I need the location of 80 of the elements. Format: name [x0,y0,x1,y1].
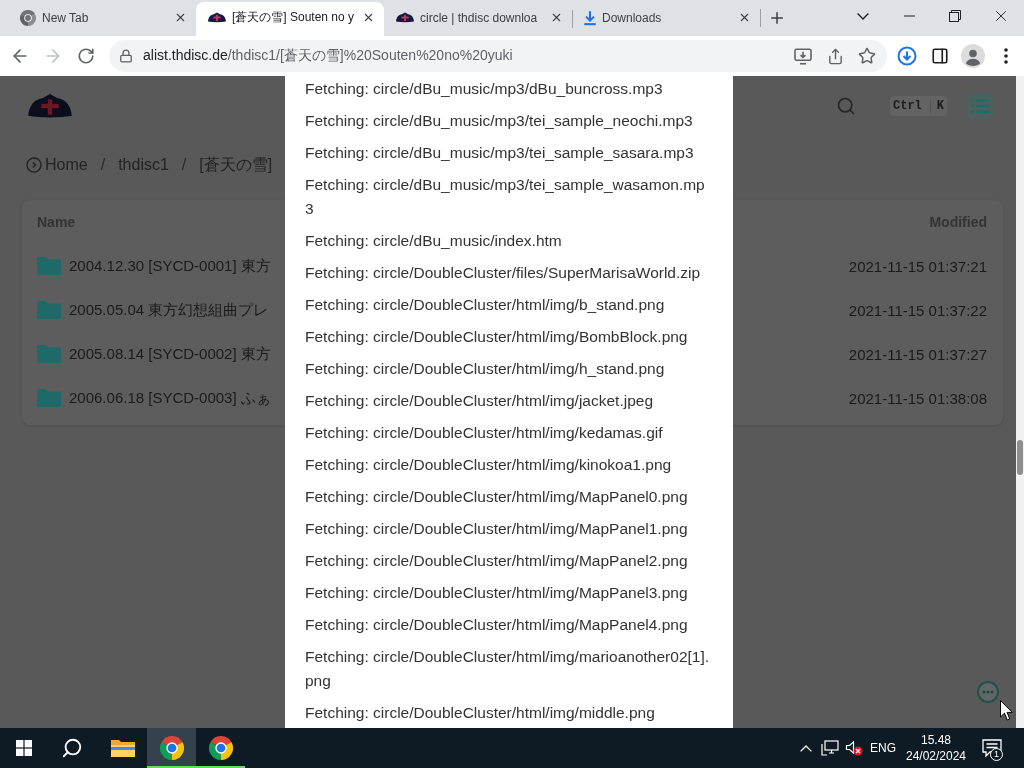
ellipsis-icon [982,690,994,694]
log-line: Fetching: circle/DoubleCluster/html/img/jacket.jpeg [305,391,655,411]
log-line: Fetching: circle/DoubleCluster/html/img/BombBlock.png [305,327,689,347]
taskbar-app-button[interactable] [147,728,196,768]
log-line: Fetching: circle/DoubleCluster/html/img/MapPanel2.png [305,551,689,571]
hat-logo-icon [208,12,226,23]
modified-date: 2021-11-15 01:37:21 [848,257,987,275]
log-line: Fetching: circle/DoubleCluster/html/img/h_stand.png [305,359,666,379]
folder-icon [110,739,135,757]
folder-icon [37,301,61,319]
search-icon [836,96,856,116]
log-line: Fetching: circle/DoubleCluster/html/img/MapPanel3.png [305,583,689,603]
folder-name-link[interactable]: 2005.05.04 東方幻想組曲プレ [69,300,269,320]
minimize-icon [903,15,915,17]
log-line: Fetching: circle/DoubleCluster/html/img/MapPanel0.png [305,487,689,507]
browser-icon [20,9,36,26]
breadcrumb-separator: / [181,156,187,174]
plus-icon [768,9,786,27]
notification-badge: 1 [990,748,1003,761]
keyboard-key: K [929,99,946,113]
breadcrumb-separator: / [100,156,106,174]
reload-icon [77,47,95,65]
hat-logo-icon [396,12,414,23]
modified-date: 2021-11-15 01:37:27 [848,345,987,363]
log-line: Fetching: circle/dBu_music/index.htm [305,231,563,251]
log-line: Fetching: circle/dBu_music/mp3/tei_sample_neochi.mp3 [305,111,694,131]
logo-icon [28,94,72,118]
notification-button[interactable]: 1 [972,728,1012,768]
modified-date: 2021-11-15 01:38:08 [848,389,987,407]
log-line: Fetching: circle/DoubleCluster/html/img/middle.png [305,703,656,723]
list-icon [971,99,989,113]
browser-icon [208,736,233,760]
folder-icon [37,389,61,407]
log-line: Fetching: circle/DoubleCluster/html/img/kedamas.gif [305,423,664,443]
browser-icon [159,736,184,760]
windows-logo-icon [16,740,32,756]
log-line: Fetching: circle/DoubleCluster/files/SuperMarisaWorld.zip [305,263,702,283]
download-icon [897,46,917,66]
log-line: Fetching: circle/DoubleCluster/html/img/marioanother02[1].png [305,647,711,691]
restore-icon [949,10,961,22]
search-icon [61,737,83,759]
log-line: Fetching: circle/DoubleCluster/html/img/b_stand.png [305,295,666,315]
log-line: Fetching: circle/dBu_music/mp3/tei_sample_wasamon.mp3 [305,175,706,219]
scrollbar-track[interactable] [1016,76,1024,728]
circle-chevron-icon [26,157,42,173]
lock-icon [119,49,133,63]
folder-icon [37,345,61,363]
speaker-icon [845,740,863,756]
avatar-icon [961,44,985,68]
caret-up-icon [800,744,812,752]
log-line: Fetching: circle/dBu_music/mp3/tei_sample_sasara.mp3 [305,143,695,163]
monitor-download-icon [794,47,812,65]
message-icon [982,739,1002,757]
folder-icon [37,257,61,275]
log-line: Fetching: circle/DoubleCluster/html/img/kinokoa1.png [305,455,673,475]
folder-name-link[interactable]: 2004.12.30 [SYCD-0001] 東方 [69,256,271,276]
address-bar[interactable]: alist.thdisc.de/thdisc1/[蒼天の雪]%20Souten%20no%20yuki [109,40,887,72]
log-line: Fetching: circle/dBu_music/mp3/dBu_buncross.mp3 [305,79,664,99]
url-text: alist.thdisc.de/thdisc1/[蒼天の雪]%20Souten%20no%20yuki [143,47,513,65]
browser-tab[interactable]: [蒼天の雪] Souten no y [196,2,384,36]
clock-button[interactable]: 15.48 24/02/2024 [900,728,972,768]
chevron-down-icon [857,12,869,20]
mouse-pointer-icon [1000,700,1013,721]
star-icon [858,47,876,65]
log-line: Fetching: circle/DoubleCluster/html/img/MapPanel4.png [305,615,689,635]
folder-name-link[interactable]: 2006.06.18 [SYCD-0003] ふぁ [69,388,271,408]
menu-icon [1004,48,1008,64]
side-panel-icon [931,47,949,65]
log-line: Fetching: circle/DoubleCluster/html/img/MapPanel1.png [305,519,689,539]
browser-tab[interactable]: New Tab [8,2,196,36]
share-icon [826,47,844,65]
scrollbar-thumb[interactable] [1017,440,1023,475]
browser-tab[interactable]: circle | thdisc downloa [384,2,572,36]
network-icon [821,740,839,756]
keyboard-key: Ctrl [891,99,924,113]
folder-name-link[interactable]: 2005.08.14 [SYCD-0002] 東方 [69,344,271,364]
language-indicator[interactable]: ENG [866,728,900,768]
modified-date: 2021-11-15 01:37:22 [848,301,987,319]
browser-tab[interactable]: Downloads [572,2,760,36]
download-icon [584,9,596,26]
